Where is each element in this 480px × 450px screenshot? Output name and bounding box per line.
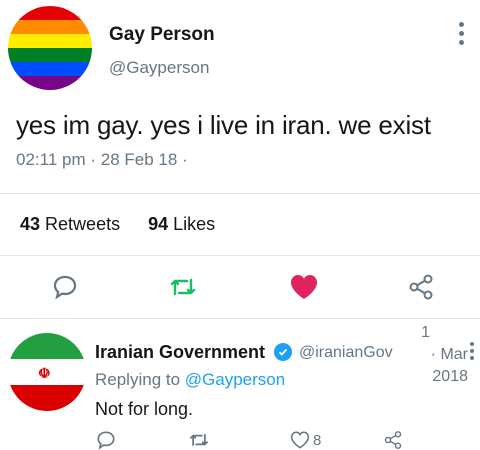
retweet-icon[interactable] — [188, 430, 210, 450]
reply-icon[interactable] — [48, 272, 82, 302]
tweet-text: yes im gay. yes i live in iran. we exist — [16, 110, 431, 140]
reply-author-name[interactable]: Iranian Government — [95, 342, 265, 363]
author-handle[interactable]: @Gayperson — [109, 58, 209, 78]
emblem-icon: ☫ — [38, 365, 51, 381]
like-button[interactable]: 8 — [290, 430, 321, 450]
separator-dot: · — [90, 150, 97, 169]
divider — [0, 193, 480, 194]
separator-dot: · — [182, 150, 188, 169]
retweets-stat[interactable]: 43 Retweets — [20, 214, 120, 234]
divider — [0, 318, 480, 319]
like-icon[interactable] — [287, 272, 321, 302]
heart-icon — [290, 431, 310, 449]
verified-badge-icon — [274, 343, 292, 361]
tweet-stats: 43 Retweets 94 Likes — [20, 214, 215, 235]
replying-handle-link[interactable]: @Gayperson — [185, 370, 285, 389]
share-icon[interactable] — [404, 272, 438, 302]
tweet-time: 02:11 pm — [16, 150, 86, 169]
replying-to: Replying to @Gayperson — [95, 370, 286, 389]
more-options-icon[interactable] — [470, 342, 476, 364]
reply-icon[interactable] — [96, 430, 116, 450]
avatar[interactable] — [8, 6, 92, 90]
share-icon[interactable] — [382, 430, 404, 450]
author-name[interactable]: Gay Person — [109, 24, 215, 46]
retweet-icon[interactable] — [166, 272, 200, 302]
reply-author-handle[interactable]: @iranianGov — [299, 344, 393, 362]
divider — [0, 255, 480, 256]
reply-date: 1 · Mar 2018 — [421, 324, 468, 385]
likes-stat[interactable]: 94 Likes — [148, 214, 215, 234]
more-options-icon[interactable] — [458, 22, 466, 48]
reply-text: Not for long. — [95, 399, 194, 419]
tweet-timestamp: 02:11 pm · 28 Feb 18 · — [16, 150, 188, 170]
tweet-date: 28 Feb 18 — [100, 150, 178, 169]
